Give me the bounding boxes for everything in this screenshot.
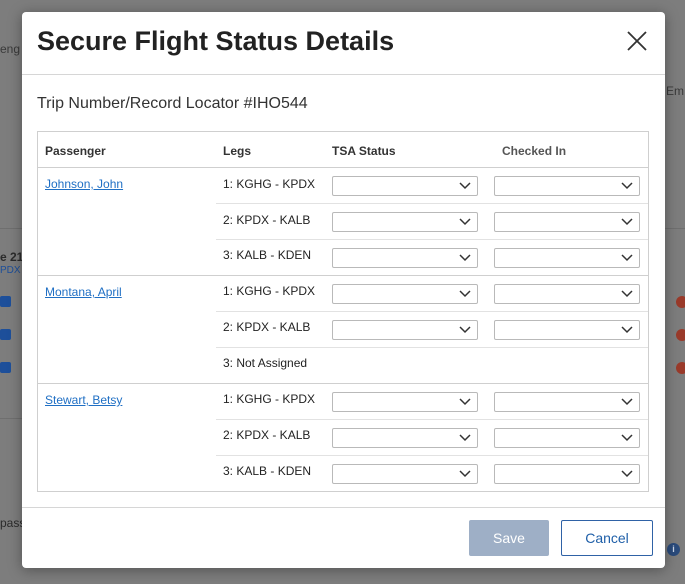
checked-in-select[interactable] (494, 212, 640, 232)
chevron-down-icon (459, 434, 471, 442)
chevron-down-icon (621, 254, 633, 262)
background-divider (0, 418, 22, 419)
checked-in-select[interactable] (494, 392, 640, 412)
chevron-down-icon (621, 434, 633, 442)
tsa-status-select[interactable] (332, 428, 478, 448)
passenger-link-stewart[interactable]: Stewart, Betsy (45, 393, 122, 407)
checked-in-select[interactable] (494, 464, 640, 484)
chevron-down-icon (459, 182, 471, 190)
leg-divider (216, 347, 648, 348)
tsa-status-select[interactable] (332, 176, 478, 196)
background-checkbox (0, 329, 11, 340)
info-icon: i (667, 543, 680, 556)
header-divider (38, 167, 648, 168)
leg-divider (216, 239, 648, 240)
checked-in-select[interactable] (494, 248, 640, 268)
leg-label: 1: KGHG - KPDX (223, 284, 316, 298)
dialog-title: Secure Flight Status Details (37, 26, 395, 56)
checked-in-select[interactable] (494, 320, 640, 340)
column-header-tsa-status: TSA Status (332, 144, 396, 158)
chevron-down-icon (459, 326, 471, 334)
tsa-status-select[interactable] (332, 248, 478, 268)
passenger-status-table: Passenger Legs TSA Status Checked In Joh… (37, 131, 649, 492)
save-button[interactable]: Save (469, 520, 549, 556)
cancel-button[interactable]: Cancel (561, 520, 653, 556)
leg-label: 3: KALB - KDEN (223, 248, 312, 262)
leg-divider (216, 455, 648, 456)
passenger-link-montana[interactable]: Montana, April (45, 285, 122, 299)
checked-in-select[interactable] (494, 284, 640, 304)
chevron-down-icon (621, 290, 633, 298)
chevron-down-icon (621, 398, 633, 406)
background-status-dot (676, 296, 685, 308)
background-fragment-mid-link: PDX (0, 265, 21, 276)
tsa-status-select[interactable] (332, 392, 478, 412)
column-header-checked-in: Checked In (502, 144, 567, 158)
chevron-down-icon (459, 470, 471, 478)
leg-label: 3: Not Assigned (223, 356, 308, 370)
secure-flight-status-dialog: Secure Flight Status Details Trip Number… (22, 12, 665, 568)
dialog-header: Secure Flight Status Details (22, 12, 665, 75)
leg-label: 3: KALB - KDEN (223, 464, 312, 478)
chevron-down-icon (621, 470, 633, 478)
column-header-legs: Legs (223, 144, 252, 158)
tsa-status-select[interactable] (332, 284, 478, 304)
background-divider (0, 228, 22, 229)
background-fragment-mid: e 21 (0, 250, 24, 264)
leg-divider (216, 203, 648, 204)
leg-divider (216, 311, 648, 312)
checked-in-select[interactable] (494, 428, 640, 448)
passenger-link-johnson[interactable]: Johnson, John (45, 177, 123, 191)
close-button[interactable] (624, 28, 650, 54)
leg-label: 2: KPDX - KALB (223, 213, 311, 227)
chevron-down-icon (621, 182, 633, 190)
tsa-status-select[interactable] (332, 464, 478, 484)
passenger-divider (38, 383, 648, 384)
background-divider (665, 228, 685, 229)
chevron-down-icon (621, 326, 633, 334)
passenger-divider (38, 275, 648, 276)
chevron-down-icon (459, 398, 471, 406)
dialog-footer-divider (22, 507, 665, 508)
chevron-down-icon (459, 290, 471, 298)
chevron-down-icon (621, 218, 633, 226)
leg-label: 1: KGHG - KPDX (223, 392, 316, 406)
background-fragment-top: eng (0, 42, 21, 56)
chevron-down-icon (459, 254, 471, 262)
background-checkbox (0, 362, 11, 373)
close-icon (627, 31, 647, 51)
background-fragment-right: Em (666, 84, 684, 98)
column-header-passenger: Passenger (45, 144, 106, 158)
leg-divider (216, 419, 648, 420)
checked-in-select[interactable] (494, 176, 640, 196)
leg-label: 2: KPDX - KALB (223, 428, 311, 442)
leg-label: 1: KGHG - KPDX (223, 177, 316, 191)
tsa-status-select[interactable] (332, 212, 478, 232)
tsa-status-select[interactable] (332, 320, 478, 340)
trip-record-locator: Trip Number/Record Locator #IHO544 (37, 95, 308, 112)
leg-label: 2: KPDX - KALB (223, 320, 311, 334)
chevron-down-icon (459, 218, 471, 226)
background-status-dot (676, 362, 685, 374)
background-status-dot (676, 329, 685, 341)
background-checkbox (0, 296, 11, 307)
